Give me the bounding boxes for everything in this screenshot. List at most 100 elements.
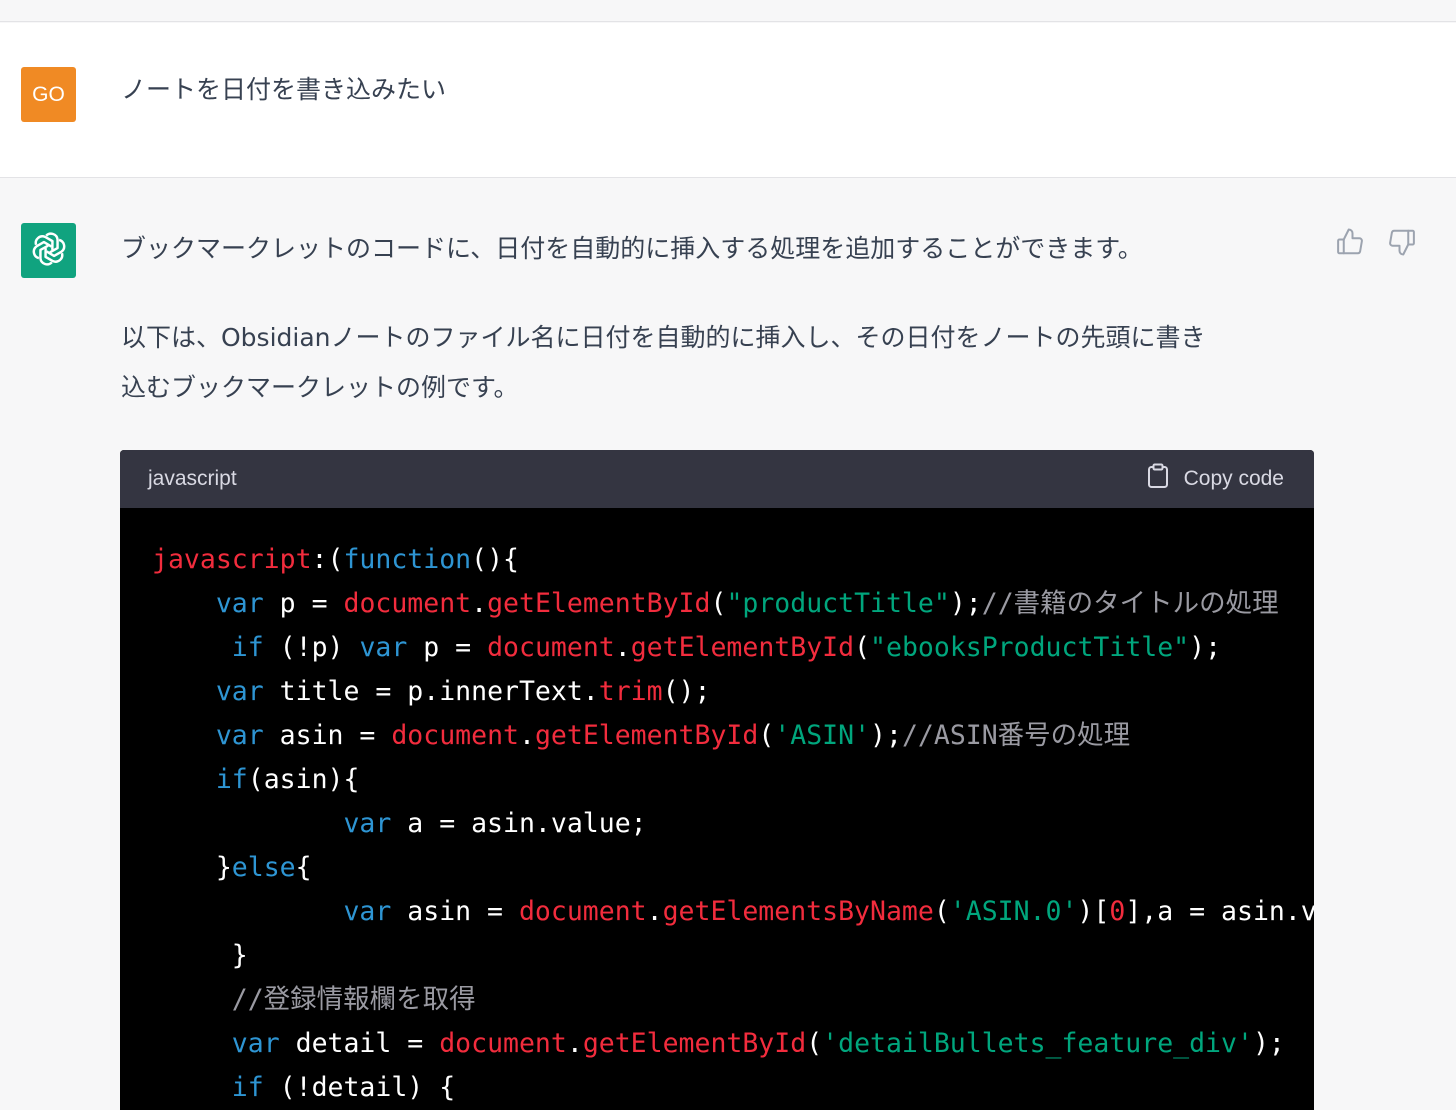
code-token: { [295, 852, 312, 883]
dislike-button[interactable] [1385, 227, 1419, 261]
code-line: var a = asin.value; [152, 802, 1314, 846]
code-token: asin = [391, 896, 519, 927]
code-token: var [343, 808, 392, 839]
code-token: ( [710, 588, 727, 619]
code-token: asin = [263, 720, 392, 751]
code-line: var asin = document.getElementById('ASIN… [152, 714, 1314, 758]
code-token: var [215, 676, 264, 707]
user-message-text: ノートを日付を書き込みたい [121, 75, 447, 104]
user-message-row: GO ノートを日付を書き込みたい [0, 23, 1456, 178]
code-token: :( [311, 544, 344, 575]
code-line: } [152, 934, 1314, 978]
code-token: 'detailBullets_feature_div' [822, 1028, 1253, 1059]
thumbs-down-icon [1387, 227, 1417, 261]
copy-code-label: Copy code [1183, 467, 1284, 490]
code-token: getElementById [630, 632, 855, 663]
code-token: (!detail) { [263, 1072, 456, 1103]
code-token: . [566, 1028, 583, 1059]
code-token: getElementsByName [662, 896, 934, 927]
code-token: (); [662, 676, 711, 707]
code-line: //登録情報欄を取得 [152, 978, 1314, 1022]
code-token: ( [758, 720, 775, 751]
code-token: a = asin.value; [391, 808, 647, 839]
openai-logo-icon [30, 230, 68, 272]
code-token: ( [854, 632, 871, 663]
assistant-paragraph-1: ブックマークレットのコードに、日付を自動的に挿入する処理を追加することができます… [121, 234, 1143, 263]
code-token: "ebooksProductTitle" [870, 632, 1190, 663]
code-token: document [518, 896, 647, 927]
code-token: //書籍のタイトルの処理 [981, 588, 1279, 619]
code-token: . [646, 896, 663, 927]
user-avatar: GO [21, 67, 76, 122]
code-token: 0 [1109, 896, 1126, 927]
code-token: (!p) [263, 632, 360, 663]
thumbs-up-icon [1335, 227, 1365, 261]
code-token: } [152, 940, 248, 971]
code-token: var [359, 632, 408, 663]
code-token: javascript [152, 544, 312, 575]
code-line: if (!p) var p = document.getElementById(… [152, 626, 1314, 670]
code-line: var asin = document.getElementsByName('A… [152, 890, 1314, 934]
code-token: ],a = asin.valu [1125, 896, 1314, 927]
code-line: var title = p.innerText.trim(); [152, 670, 1314, 714]
code-token: document [343, 588, 472, 619]
user-avatar-initials: GO [32, 82, 65, 106]
code-token: document [487, 632, 615, 663]
code-token: getElementById [534, 720, 759, 751]
code-token: else [231, 852, 296, 883]
code-token: if [215, 764, 248, 795]
code-token: title = p.innerText. [263, 676, 599, 707]
code-token: if [231, 632, 264, 663]
code-token: ); [1252, 1028, 1285, 1059]
like-button[interactable] [1333, 227, 1367, 261]
code-token: var [215, 588, 264, 619]
code-token: detail = [279, 1028, 440, 1059]
code-token: getElementById [582, 1028, 807, 1059]
code-line: var detail = document.getElementById('de… [152, 1022, 1314, 1066]
assistant-paragraph-2: 以下は、Obsidianノートのファイル名に日付を自動的に挿入し、その日付をノー… [121, 313, 1301, 413]
code-token: 'ASIN.0' [949, 896, 1078, 927]
code-line: if (!detail) { [152, 1066, 1314, 1110]
code-token: trim [598, 676, 663, 707]
code-token: var [215, 720, 264, 751]
top-strip [0, 0, 1456, 22]
code-line: }else{ [152, 846, 1314, 890]
copy-code-button[interactable]: Copy code [1146, 463, 1284, 495]
assistant-paragraph-2-line-2: 込むブックマークレットの例です。 [121, 373, 519, 402]
code-token: getElementById [487, 588, 711, 619]
code-token: ); [1189, 632, 1222, 663]
assistant-paragraph-2-line-1: 以下は、Obsidianノートのファイル名に日付を自動的に挿入し、その日付をノー… [121, 323, 1206, 352]
code-token: ); [949, 588, 982, 619]
code-token: . [471, 588, 488, 619]
clipboard-icon [1146, 463, 1170, 495]
assistant-message-row: ブックマークレットのコードに、日付を自動的に挿入する処理を追加することができます… [0, 179, 1456, 1110]
code-token: (){ [471, 544, 519, 575]
code-token: function [343, 544, 472, 575]
code-line: if(asin){ [152, 758, 1314, 802]
code-token: var [343, 896, 392, 927]
code-token: . [614, 632, 631, 663]
assistant-avatar [21, 223, 76, 278]
code-header: javascript Copy code [120, 450, 1314, 508]
code-line: var p = document.getElementById("product… [152, 582, 1314, 626]
code-token: "productTitle" [726, 588, 950, 619]
code-token: p = [407, 632, 488, 663]
code-token: 'ASIN' [774, 720, 871, 751]
code-token: (asin){ [247, 764, 360, 795]
code-line: javascript:(function(){ [152, 538, 1314, 582]
code-block: javascript Copy code javascript:(functio… [120, 450, 1314, 1110]
code-token: ( [933, 896, 950, 927]
code-token: //登録情報欄を取得 [152, 984, 476, 1015]
code-token: . [518, 720, 535, 751]
code-token: )[ [1077, 896, 1110, 927]
code-language-label: javascript [148, 467, 237, 490]
